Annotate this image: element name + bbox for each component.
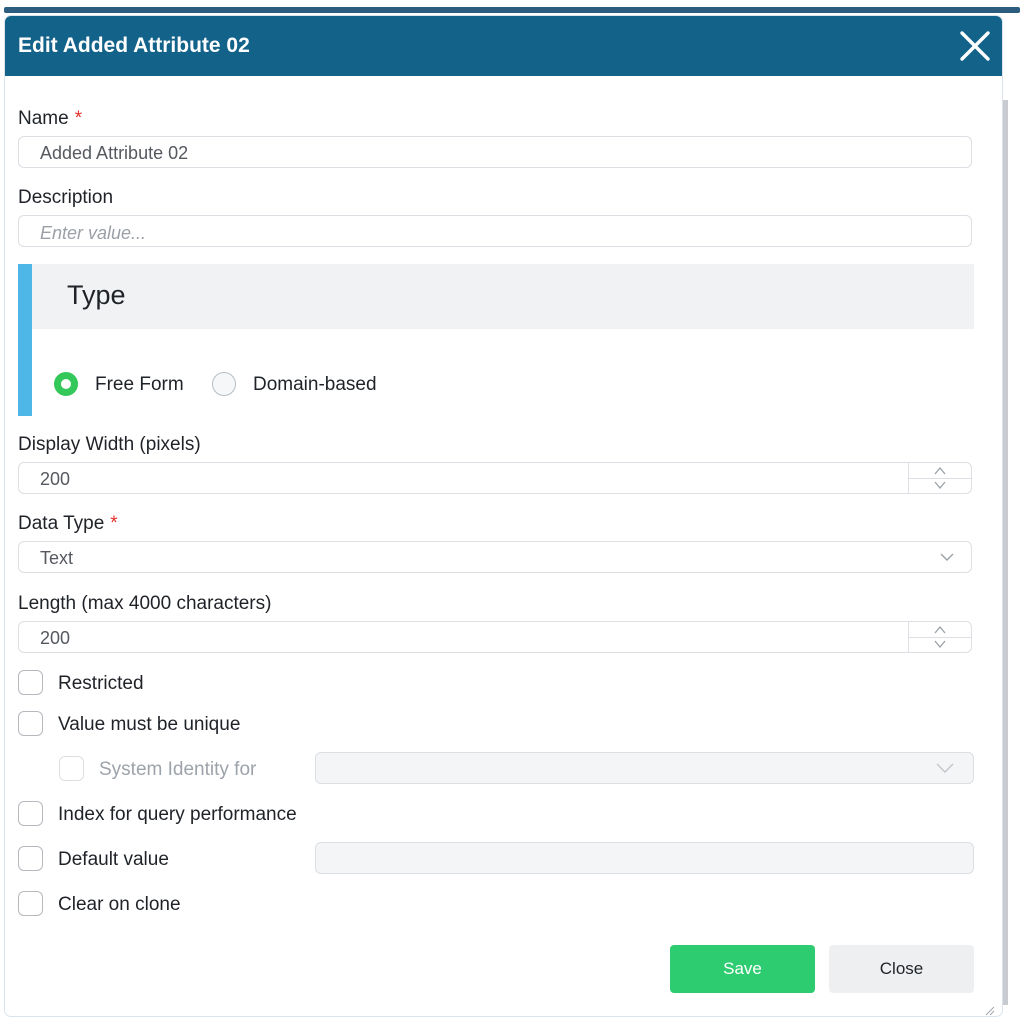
data-type-select[interactable]: Text bbox=[18, 541, 972, 573]
chevron-down-icon[interactable] bbox=[933, 481, 947, 490]
data-type-label-text: Data Type bbox=[18, 513, 105, 534]
type-section-header: Type bbox=[32, 264, 974, 329]
index-label[interactable]: Index for query performance bbox=[58, 804, 297, 826]
display-width-value: 200 bbox=[40, 469, 71, 489]
unique-checkbox[interactable] bbox=[18, 711, 43, 736]
description-label: Description bbox=[18, 187, 114, 208]
name-label-text: Name bbox=[18, 108, 69, 129]
radio-free-form-label[interactable]: Free Form bbox=[95, 374, 184, 396]
chevron-down-icon bbox=[940, 553, 954, 561]
length-label: Length (max 4000 characters) bbox=[18, 593, 272, 614]
default-value-label[interactable]: Default value bbox=[58, 849, 169, 871]
data-type-label: Data Type * bbox=[18, 513, 118, 535]
close-icon[interactable] bbox=[958, 29, 992, 63]
clear-on-clone-label[interactable]: Clear on clone bbox=[58, 894, 181, 916]
chevron-up-icon[interactable] bbox=[933, 466, 947, 475]
name-value: Added Attribute 02 bbox=[40, 143, 189, 163]
close-button[interactable]: Close bbox=[829, 945, 974, 993]
required-mark: * bbox=[74, 108, 83, 129]
unique-label[interactable]: Value must be unique bbox=[58, 714, 240, 736]
dialog-header: Edit Added Attribute 02 bbox=[5, 16, 1002, 76]
length-value: 200 bbox=[40, 628, 71, 648]
chevron-down-icon[interactable] bbox=[933, 640, 947, 649]
background-window-edge bbox=[4, 7, 1020, 13]
chevron-up-icon[interactable] bbox=[933, 625, 947, 634]
restricted-label[interactable]: Restricted bbox=[58, 673, 144, 695]
type-section: Type Free Form Domain-based bbox=[18, 264, 974, 416]
system-identity-select[interactable] bbox=[315, 752, 974, 784]
description-placeholder: Enter value... bbox=[40, 223, 147, 243]
radio-domain-based[interactable] bbox=[212, 372, 236, 396]
length-stepper[interactable] bbox=[908, 622, 971, 652]
display-width-label: Display Width (pixels) bbox=[18, 434, 201, 455]
resize-handle-icon[interactable] bbox=[983, 1004, 995, 1016]
data-type-value: Text bbox=[40, 548, 74, 568]
stepper-divider bbox=[909, 637, 971, 638]
system-identity-checkbox[interactable] bbox=[59, 756, 84, 781]
display-width-stepper[interactable] bbox=[908, 463, 971, 493]
stepper-divider bbox=[909, 478, 971, 479]
radio-free-form[interactable] bbox=[54, 372, 78, 396]
save-button[interactable]: Save bbox=[670, 945, 815, 993]
type-section-title: Type bbox=[67, 280, 126, 310]
description-input[interactable]: Enter value... bbox=[18, 215, 972, 247]
name-label: Name * bbox=[18, 108, 82, 130]
clear-on-clone-checkbox[interactable] bbox=[18, 891, 43, 916]
length-input[interactable]: 200 bbox=[18, 621, 972, 653]
name-input[interactable]: Added Attribute 02 bbox=[18, 136, 972, 168]
index-checkbox[interactable] bbox=[18, 801, 43, 826]
default-value-input[interactable] bbox=[315, 842, 974, 874]
radio-domain-based-label[interactable]: Domain-based bbox=[253, 374, 377, 396]
dialog-title: Edit Added Attribute 02 bbox=[18, 34, 250, 57]
restricted-checkbox[interactable] bbox=[18, 670, 43, 695]
default-value-checkbox[interactable] bbox=[18, 846, 43, 871]
chevron-down-icon bbox=[936, 763, 954, 773]
display-width-input[interactable]: 200 bbox=[18, 462, 972, 494]
type-section-accent bbox=[18, 264, 32, 416]
system-identity-label: System Identity for bbox=[99, 759, 257, 780]
edit-attribute-dialog: Edit Added Attribute 02 Name * Added Attr… bbox=[5, 16, 1002, 1016]
required-mark: * bbox=[110, 513, 118, 534]
background-scrollbar bbox=[1003, 100, 1008, 1005]
